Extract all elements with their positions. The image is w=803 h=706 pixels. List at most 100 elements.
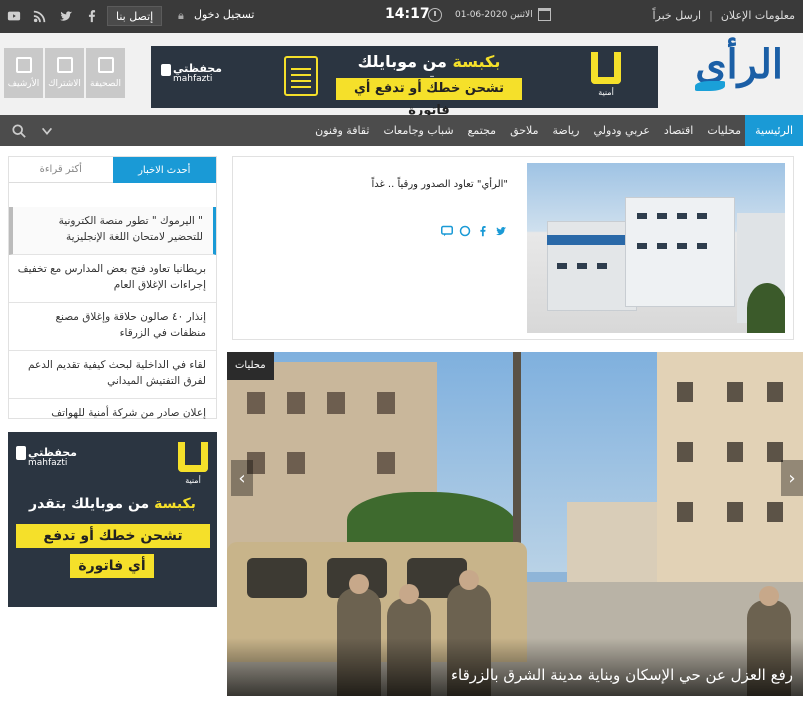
window: [557, 263, 567, 269]
window: [677, 502, 693, 522]
wallet-icon: [161, 64, 171, 76]
wallet-icon: [16, 446, 26, 460]
nav-item-sports[interactable]: رياضة: [553, 124, 580, 137]
ads-info-link[interactable]: معلومات الإعلان: [721, 9, 795, 22]
side-ad-brand: محفظتي mahfazti: [28, 446, 77, 468]
comment-icon[interactable]: [441, 225, 453, 237]
search-icon[interactable]: [12, 123, 26, 138]
window: [597, 263, 607, 269]
window: [327, 392, 345, 414]
umniah-label: أمنية: [185, 476, 201, 485]
window: [637, 243, 647, 249]
nav-item-youth[interactable]: شباب وجامعات: [383, 124, 453, 137]
side-ad-headline: بكبسة من موبايلك بتقدر: [8, 496, 217, 512]
side-ad-headline-highlight: بكبسة: [149, 496, 196, 512]
banner-headline-highlight: بكبسة: [446, 52, 501, 71]
window: [697, 213, 707, 219]
featured-article-image[interactable]: [527, 163, 785, 333]
receipt-icon: [284, 56, 318, 96]
window: [677, 382, 693, 402]
window: [727, 502, 743, 522]
list-item[interactable]: " اليرموك " تطور منصة الكترونية للتحضير …: [9, 207, 216, 255]
newspaper-label: الصحيفة: [90, 79, 121, 89]
clock-icon: [428, 8, 442, 22]
side-ad-line-3: أي فاتورة: [70, 554, 154, 578]
tab-latest-news[interactable]: أحدث الاخبار: [112, 157, 216, 183]
featured-article-title[interactable]: "الرأي" تعاود الصدور ورقياً .. غداً: [372, 179, 509, 190]
window: [637, 213, 647, 219]
list-item[interactable]: إنذار ٤٠ صالون حلاقة وإغلاق مصنع منظفات …: [9, 303, 216, 351]
nav-item-local[interactable]: محليات: [707, 124, 741, 137]
side-ad-brand-en: mahfazti: [28, 458, 68, 468]
rss-icon[interactable]: [32, 8, 48, 24]
calendar-icon: [538, 8, 551, 21]
list-item[interactable]: بريطانيا تعاود فتح بعض المدارس مع تخفيف …: [9, 255, 216, 303]
top-banner-ad[interactable]: محفظتي mahfazti بكبسة من موبايلك بتقدر ت…: [151, 46, 658, 118]
banner-brand-en: mahfazti: [173, 74, 213, 84]
nav-item-culture[interactable]: ثقافة وفنون: [315, 124, 369, 137]
separator: |: [709, 9, 713, 22]
window: [677, 442, 693, 462]
site-header: الأرشيف الاشتراك الصحيفة محفظتي mahfazti…: [0, 33, 803, 118]
current-date: الاثنين 2020-06-01: [455, 10, 533, 20]
window: [577, 263, 587, 269]
top-links: ارسل خبراً | معلومات الإعلان: [652, 9, 795, 22]
nav-home[interactable]: الرئيسية: [745, 115, 803, 146]
slider-prev-button[interactable]: ‹: [231, 460, 253, 496]
umniah-logo-icon: [591, 52, 621, 84]
twitter-icon[interactable]: [58, 8, 74, 24]
list-item[interactable]: لقاء في الداخلية لبحث كيفية تقديم الدعم …: [9, 351, 216, 399]
login-label: تسجيل دخول: [194, 8, 255, 21]
login-link[interactable]: 🔒︎ تسجيل دخول: [178, 8, 255, 22]
top-bar: إتصل بنا 🔒︎ تسجيل دخول 14:17 الاثنين 202…: [0, 0, 803, 33]
vehicle-window: [247, 558, 307, 598]
side-ad-headline-rest: من موبايلك بتقدر: [29, 496, 150, 512]
hero-category-badge[interactable]: محليات: [227, 352, 274, 380]
side-ad-line-2: تشحن خطك أو تدفع: [16, 524, 210, 548]
nav-item-world[interactable]: عربي ودولي: [593, 124, 649, 137]
current-time: 14:17: [385, 6, 430, 22]
window: [767, 382, 783, 402]
window: [727, 442, 743, 462]
nav-item-supplements[interactable]: ملاحق: [510, 124, 538, 137]
contact-us-link[interactable]: إتصل بنا: [107, 6, 163, 26]
send-news-link[interactable]: ارسل خبراً: [652, 9, 701, 22]
umniah-label: أمنية: [598, 88, 614, 97]
window: [677, 243, 687, 249]
youtube-icon[interactable]: [6, 8, 22, 24]
tab-most-read[interactable]: أكثر قراءة: [9, 157, 113, 183]
window: [287, 452, 305, 474]
side-ad-brand-ar: محفظتي: [28, 446, 77, 459]
facebook-icon[interactable]: [84, 8, 100, 24]
facebook-icon[interactable]: [477, 225, 489, 237]
chevron-down-icon[interactable]: [40, 123, 54, 137]
slider-next-button[interactable]: ›: [781, 460, 803, 496]
window: [247, 392, 265, 414]
share-buttons: [441, 225, 507, 237]
news-sidebar: أكثر قراءة أحدث الاخبار " اليرموك " تطور…: [8, 156, 217, 447]
nav-item-economy[interactable]: اقتصاد: [664, 124, 693, 137]
site-logo[interactable]: الرأي: [683, 41, 783, 107]
building-shape: [567, 502, 657, 582]
featured-article-card[interactable]: "الرأي" تعاود الصدور ورقياً .. غداً: [232, 156, 794, 340]
whatsapp-icon[interactable]: [459, 225, 471, 237]
social-links: [6, 8, 100, 24]
newspaper-button[interactable]: الصحيفة: [86, 48, 125, 98]
subscriptions-button[interactable]: الاشتراك: [45, 48, 84, 98]
side-banner-ad[interactable]: محفظتي mahfazti أمنية بكبسة من موبايلك ب…: [8, 432, 217, 607]
window: [377, 452, 395, 474]
news-list: " اليرموك " تطور منصة الكترونية للتحضير …: [9, 183, 216, 447]
nav-item-society[interactable]: مجتمع: [468, 124, 497, 137]
nav-items: محليات اقتصاد عربي ودولي رياضة ملاحق مجت…: [315, 115, 741, 146]
lock-icon: 🔒︎: [178, 8, 184, 22]
umniah-logo-icon: [178, 442, 208, 472]
twitter-icon[interactable]: [495, 225, 507, 237]
sidebar-tabs: أكثر قراءة أحدث الاخبار: [9, 157, 216, 183]
quick-links: الأرشيف الاشتراك الصحيفة: [4, 48, 125, 98]
hero-caption[interactable]: رفع العزل عن حي الإسكان وبناية مدينة الش…: [451, 666, 793, 684]
archive-button[interactable]: الأرشيف: [4, 48, 43, 98]
tag-icon: [56, 57, 73, 73]
main-nav: الرئيسية محليات اقتصاد عربي ودولي رياضة …: [0, 115, 803, 146]
hero-slider[interactable]: محليات ‹ › رفع العزل عن حي الإسكان وبناي…: [227, 352, 803, 696]
window: [287, 392, 305, 414]
